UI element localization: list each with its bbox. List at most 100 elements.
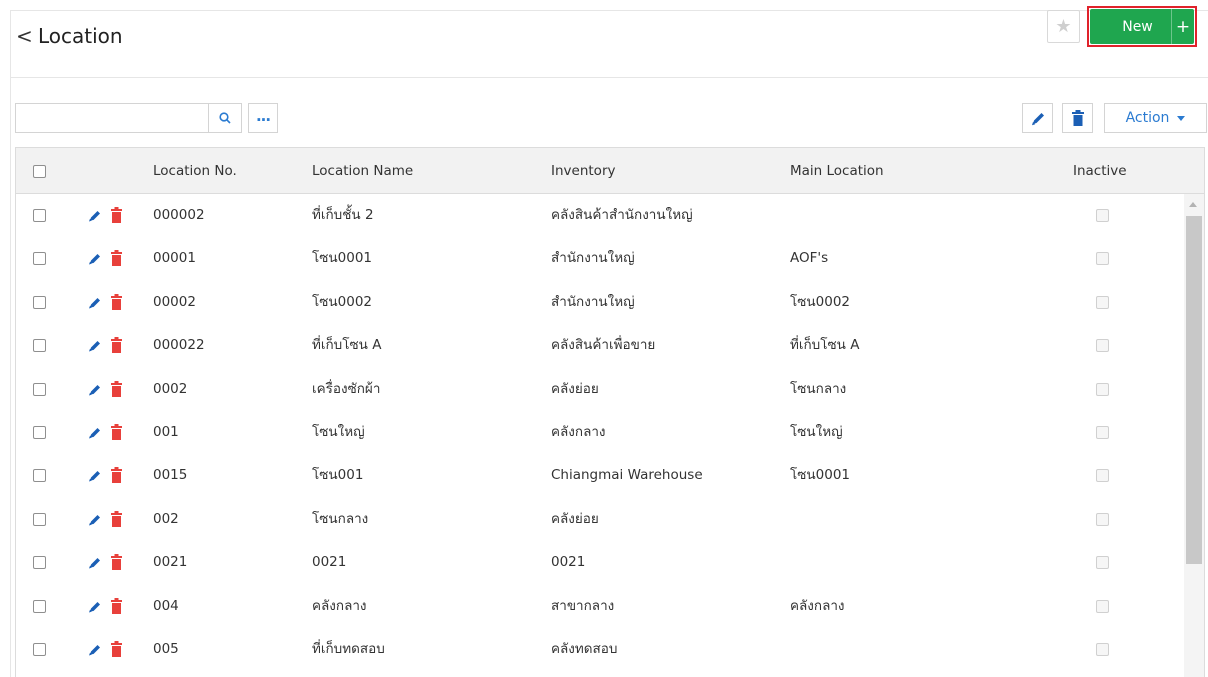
chevron-left-icon[interactable]: < — [16, 23, 34, 49]
pencil-icon[interactable] — [88, 512, 102, 526]
new-button-label: New — [1122, 18, 1153, 35]
row-checkbox[interactable] — [33, 382, 46, 396]
row-checkbox[interactable] — [33, 295, 46, 309]
star-icon: ★ — [1055, 16, 1072, 37]
row-checkbox[interactable] — [33, 556, 46, 570]
list-toolbar: ... Action — [15, 103, 1208, 133]
pencil-icon[interactable] — [88, 295, 102, 309]
scroll-thumb[interactable] — [1186, 216, 1202, 564]
select-all-checkbox[interactable] — [33, 165, 46, 178]
column-location-no[interactable]: Location No. — [153, 148, 237, 194]
new-button[interactable]: New + — [1090, 9, 1194, 44]
pencil-icon[interactable] — [88, 468, 102, 482]
cell-location-no: 002 — [153, 510, 179, 527]
cell-location-no: 00002 — [153, 293, 196, 310]
row-checkbox[interactable] — [33, 209, 46, 222]
bulk-delete-button[interactable] — [1062, 103, 1093, 133]
table-row[interactable]: 00002 โซน0002 สำนักงานใหญ่ โซน0002 — [16, 281, 1184, 324]
trash-icon[interactable] — [111, 380, 122, 397]
inactive-checkbox — [1096, 469, 1109, 483]
cell-inventory: คลังย่อย — [551, 510, 599, 527]
column-location-name[interactable]: Location Name — [312, 148, 413, 194]
trash-icon[interactable] — [111, 640, 122, 657]
column-inactive[interactable]: Inactive — [1073, 148, 1127, 194]
search-box — [15, 103, 242, 133]
table-row[interactable]: 005 ที่เก็บทดสอบ คลังทดสอบ — [16, 628, 1184, 671]
table-row[interactable]: 001 โซนใหญ่ คลังกลาง โซนใหญ่ — [16, 411, 1184, 454]
trash-icon[interactable] — [111, 250, 122, 267]
cell-location-name: เครื่องซักผ้า — [312, 380, 381, 397]
cell-inventory: คลังสินค้าสำนักงานใหญ่ — [551, 207, 693, 223]
inactive-checkbox — [1096, 339, 1109, 353]
trash-icon[interactable] — [111, 510, 122, 527]
table-header: Location No. Location Name Inventory Mai… — [16, 148, 1204, 194]
cell-main-location: คลังกลาง — [790, 597, 845, 614]
row-checkbox[interactable] — [33, 642, 46, 656]
cell-main-location: โซนกลาง — [790, 380, 847, 397]
cell-location-name: โซนใหญ่ — [312, 423, 365, 440]
table-row[interactable]: 0015 โซน001 Chiangmai Warehouse โซน0001 — [16, 454, 1184, 497]
trash-icon[interactable] — [111, 337, 122, 354]
row-checkbox[interactable] — [33, 252, 46, 266]
row-checkbox[interactable] — [33, 469, 46, 483]
inactive-checkbox — [1096, 252, 1109, 266]
pencil-icon[interactable] — [88, 555, 102, 569]
cell-inventory: สำนักงานใหญ่ — [551, 250, 635, 267]
trash-icon[interactable] — [111, 554, 122, 571]
cell-location-no: 0002 — [153, 380, 188, 397]
location-table: Location No. Location Name Inventory Mai… — [15, 147, 1205, 677]
search-button[interactable] — [208, 104, 241, 132]
favorite-button[interactable]: ★ — [1047, 10, 1080, 43]
table-body: 000002 ที่เก็บชั้น 2 คลังสินค้าสำนักงานใหญ… — [16, 194, 1184, 671]
trash-icon[interactable] — [111, 293, 122, 310]
more-options-button[interactable]: ... — [248, 103, 278, 133]
vertical-scrollbar[interactable] — [1184, 194, 1204, 677]
trash-icon[interactable] — [111, 597, 122, 614]
cell-main-location: โซน0002 — [790, 293, 850, 310]
cell-location-no: 000022 — [153, 337, 205, 354]
table-row[interactable]: 00001 โซน0001 สำนักงานใหญ่ AOF's — [16, 237, 1184, 280]
scroll-up-icon[interactable] — [1189, 202, 1197, 207]
location-page: < Location ★ New + ... Action Location N… — [0, 0, 1208, 677]
pencil-icon[interactable] — [88, 425, 102, 439]
cell-inventory: คลังย่อย — [551, 380, 599, 397]
trash-icon[interactable] — [111, 207, 122, 223]
table-row[interactable]: 0021 0021 0021 — [16, 541, 1184, 584]
cell-location-no: 000002 — [153, 207, 205, 223]
table-row[interactable]: 000002 ที่เก็บชั้น 2 คลังสินค้าสำนักงานใหญ… — [16, 194, 1184, 237]
cell-location-name: โซน0001 — [312, 250, 372, 267]
row-checkbox[interactable] — [33, 512, 46, 526]
cell-location-name: 0021 — [312, 554, 347, 571]
trash-icon — [1072, 110, 1084, 126]
pencil-icon[interactable] — [88, 208, 102, 222]
pencil-icon[interactable] — [88, 382, 102, 396]
search-input[interactable] — [16, 104, 208, 132]
page-header: < Location — [10, 11, 1208, 78]
inactive-checkbox — [1096, 425, 1109, 439]
pencil-icon[interactable] — [88, 251, 102, 265]
column-main-location[interactable]: Main Location — [790, 148, 884, 194]
bulk-edit-button[interactable] — [1022, 103, 1053, 133]
inactive-checkbox — [1096, 295, 1109, 309]
left-divider — [10, 10, 11, 677]
cell-inventory: คลังสินค้าเพื่อขาย — [551, 337, 656, 354]
column-inventory[interactable]: Inventory — [551, 148, 615, 194]
plus-icon: + — [1175, 16, 1191, 37]
page-title: Location — [38, 24, 123, 48]
table-row[interactable]: 000022 ที่เก็บโซน A คลังสินค้าเพื่อขาย ที่เ… — [16, 324, 1184, 367]
pencil-icon[interactable] — [88, 599, 102, 613]
row-checkbox[interactable] — [33, 599, 46, 613]
trash-icon[interactable] — [111, 423, 122, 440]
row-checkbox[interactable] — [33, 339, 46, 353]
cell-main-location: โซน0001 — [790, 467, 850, 484]
table-row[interactable]: 0002 เครื่องซักผ้า คลังย่อย โซนกลาง — [16, 368, 1184, 411]
cell-location-no: 0015 — [153, 467, 188, 484]
pencil-icon[interactable] — [88, 338, 102, 352]
row-checkbox[interactable] — [33, 425, 46, 439]
action-dropdown[interactable]: Action — [1104, 103, 1207, 133]
table-row[interactable]: 002 โซนกลาง คลังย่อย — [16, 498, 1184, 541]
inactive-checkbox — [1096, 209, 1109, 222]
trash-icon[interactable] — [111, 467, 122, 484]
pencil-icon[interactable] — [88, 642, 102, 656]
table-row[interactable]: 004 คลังกลาง สาขากลาง คลังกลาง — [16, 585, 1184, 628]
